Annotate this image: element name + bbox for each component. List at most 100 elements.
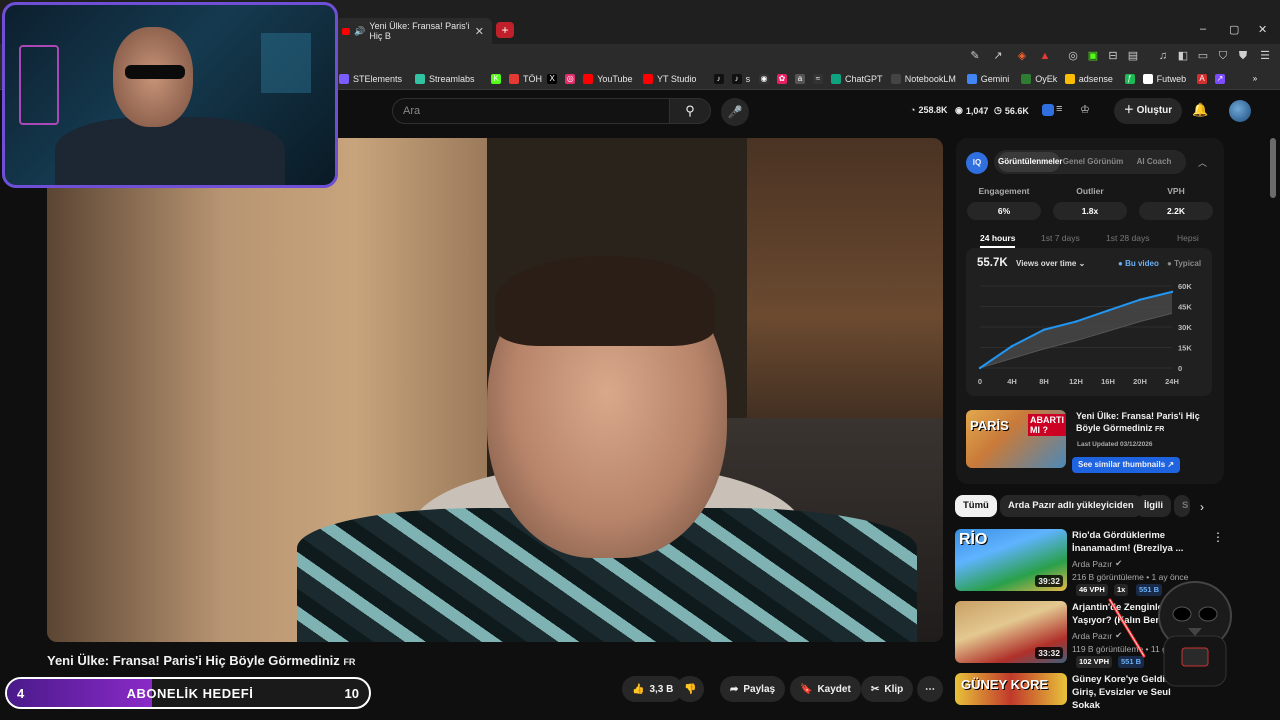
extension-icon[interactable]: ▤ <box>1126 49 1140 63</box>
channel-name[interactable]: Arda Pazır ✔ <box>1072 558 1122 569</box>
bookmark-item[interactable]: a <box>795 72 809 86</box>
extension-icon[interactable]: ⊟ <box>1106 49 1120 63</box>
dislike-button[interactable]: 👎 <box>676 676 705 702</box>
new-tab-button[interactable]: + <box>496 22 514 38</box>
menu-icon[interactable]: ☰ <box>1258 49 1272 63</box>
create-button[interactable]: ＋ Oluştur <box>1114 98 1182 124</box>
bookmark-item[interactable]: ChatGPT <box>831 72 883 86</box>
bookmark-item[interactable]: TÖH <box>509 72 542 86</box>
minimize-button[interactable]: – <box>1200 23 1206 35</box>
clip-button[interactable]: ✂ Klip <box>861 676 914 702</box>
maximize-button[interactable]: ▢ <box>1229 23 1239 36</box>
browser-tab[interactable]: 🔊 Yeni Ülke: Fransa! Paris'i Hiç B ✕ <box>336 18 492 44</box>
microphone-icon[interactable]: 🎤 <box>721 98 749 126</box>
last-updated: Last Updated 03/12/2026 <box>1077 441 1153 448</box>
bookmark-item[interactable]: ◎ <box>565 72 579 86</box>
collapse-icon[interactable]: ︿ <box>1198 156 1207 169</box>
rewards-icon[interactable]: ▲ <box>1038 49 1052 63</box>
bookmark-item[interactable]: X <box>547 72 561 86</box>
chip-related[interactable]: İlgili <box>1136 495 1171 517</box>
music-icon[interactable]: ♫ <box>1156 49 1170 63</box>
avatar[interactable] <box>1229 100 1251 122</box>
video-data-point <box>1074 320 1078 323</box>
bookmark-item[interactable]: ✿ <box>777 72 791 86</box>
bookmark-icon: ♪ <box>731 74 742 84</box>
bookmark-item[interactable]: Gemini <box>966 72 1009 86</box>
recommendation-title[interactable]: Rio'da Gördüklerime İnanamadım! (Brezily… <box>1072 529 1192 555</box>
vidiq-icon[interactable] <box>1042 104 1054 116</box>
period-tab[interactable]: 1st 28 days <box>1106 233 1149 243</box>
see-similar-thumbnails-button[interactable]: See similar thumbnails ↗ <box>1072 457 1181 473</box>
wallet-icon[interactable]: ▭ <box>1196 49 1210 63</box>
y-tick-label: 45K <box>1178 303 1192 312</box>
bookmark-item[interactable]: YouTube <box>583 72 633 86</box>
search-icon[interactable]: ⚲ <box>669 98 711 124</box>
tab-overview[interactable]: Genel Görünüm <box>1062 152 1124 172</box>
bookmark-item[interactable]: STElements <box>339 72 402 86</box>
recommendation-thumbnail[interactable]: GÜNEY KORE <box>955 673 1067 705</box>
bell-icon[interactable]: 🔔 <box>1192 102 1208 118</box>
brave-shield-icon[interactable]: ◈ <box>1015 49 1029 63</box>
bookmark-label: TÖH <box>523 74 542 84</box>
more-actions-button[interactable]: ⋯ <box>917 676 943 702</box>
bookmark-item[interactable]: » <box>1250 72 1264 86</box>
video-frame-wood <box>747 138 943 438</box>
thumbnail-text: RİO <box>959 531 988 548</box>
chip-all[interactable]: Tümü <box>955 495 997 517</box>
share-button[interactable]: ➦ Paylaş <box>720 676 786 702</box>
share-icon[interactable]: ↗ <box>991 49 1005 63</box>
tab-views[interactable]: Görüntülenmeler <box>998 152 1062 172</box>
bookmark-item[interactable]: NotebookLM <box>890 72 956 86</box>
vader-sticker <box>1158 581 1232 687</box>
bookmark-item[interactable]: adsense <box>1064 72 1113 86</box>
period-tab[interactable]: Hepsi <box>1177 233 1199 243</box>
bookmark-item[interactable]: ♪ s <box>731 72 750 86</box>
neon-sign-shape <box>19 45 59 125</box>
bookmark-item[interactable]: ♪ <box>713 72 728 86</box>
like-button[interactable]: 👍 3,3 B <box>622 676 684 702</box>
chip-uploader[interactable]: Arda Pazır adlı yükleyiciden <box>1000 495 1142 517</box>
shield-icon[interactable]: ⛊ <box>1236 49 1250 63</box>
metric-value: 6% <box>967 202 1041 220</box>
chevron-right-icon[interactable]: › <box>1200 500 1204 514</box>
thumbnail-preview[interactable]: PARİS ABARTI MI ? <box>966 410 1066 468</box>
scrollbar[interactable] <box>1270 138 1276 198</box>
views-dropdown[interactable]: Views over time ⌄ <box>1016 259 1085 268</box>
extension-icon[interactable]: ◎ <box>1066 49 1080 63</box>
bookmark-item[interactable]: ◉ <box>759 72 773 86</box>
vpn-icon[interactable]: ⛉ <box>1216 49 1230 63</box>
video-data-point <box>1138 298 1142 301</box>
speaker-icon[interactable]: 🔊 <box>354 26 365 37</box>
x-tick-label: 16H <box>1101 377 1115 386</box>
vph-badge: 46 VPH <box>1076 584 1108 596</box>
bookmark-item[interactable]: Streamlabs <box>415 72 475 86</box>
video-player[interactable] <box>47 138 943 642</box>
search-input[interactable]: Ara <box>392 98 670 124</box>
edit-icon[interactable]: ✎ <box>968 49 982 63</box>
chip-more[interactable]: S <box>1174 495 1190 517</box>
bookmark-item[interactable]: A <box>1197 72 1211 86</box>
bookmark-item[interactable]: ≈ <box>813 72 827 86</box>
bookmark-icon <box>583 74 594 84</box>
sidebar-icon[interactable]: ◧ <box>1176 49 1190 63</box>
recommendation-thumbnail[interactable]: RİO 39:32 <box>955 529 1067 591</box>
close-window-button[interactable]: ✕ <box>1258 23 1267 36</box>
bookmark-item[interactable]: ↗ <box>1215 72 1229 86</box>
bookmark-item[interactable]: ƒ <box>1124 72 1139 86</box>
recommendation-thumbnail[interactable]: 33:32 <box>955 601 1067 663</box>
bookmark-item[interactable]: K <box>491 72 505 86</box>
tab-close-icon[interactable]: ✕ <box>475 25 484 38</box>
metric-value: 1.8x <box>1053 202 1127 220</box>
more-options-icon[interactable]: ⋮ <box>1212 530 1224 544</box>
save-button[interactable]: 🔖 Kaydet <box>790 676 861 702</box>
bookmark-item[interactable]: Futweb <box>1142 72 1186 86</box>
bookmark-icon <box>339 74 349 84</box>
period-tab[interactable]: 1st 7 days <box>1041 233 1080 243</box>
tab-ai-coach[interactable]: AI Coach <box>1126 152 1182 172</box>
extension-green-icon[interactable]: ▣ <box>1086 49 1100 63</box>
bookmark-item[interactable]: YT Studio <box>643 72 696 86</box>
list-icon[interactable]: ≡ <box>1056 103 1062 115</box>
period-tab[interactable]: 24 hours <box>980 233 1016 248</box>
award-icon[interactable]: ♔ <box>1080 103 1090 116</box>
bookmark-item[interactable]: OyEk <box>1021 72 1057 86</box>
